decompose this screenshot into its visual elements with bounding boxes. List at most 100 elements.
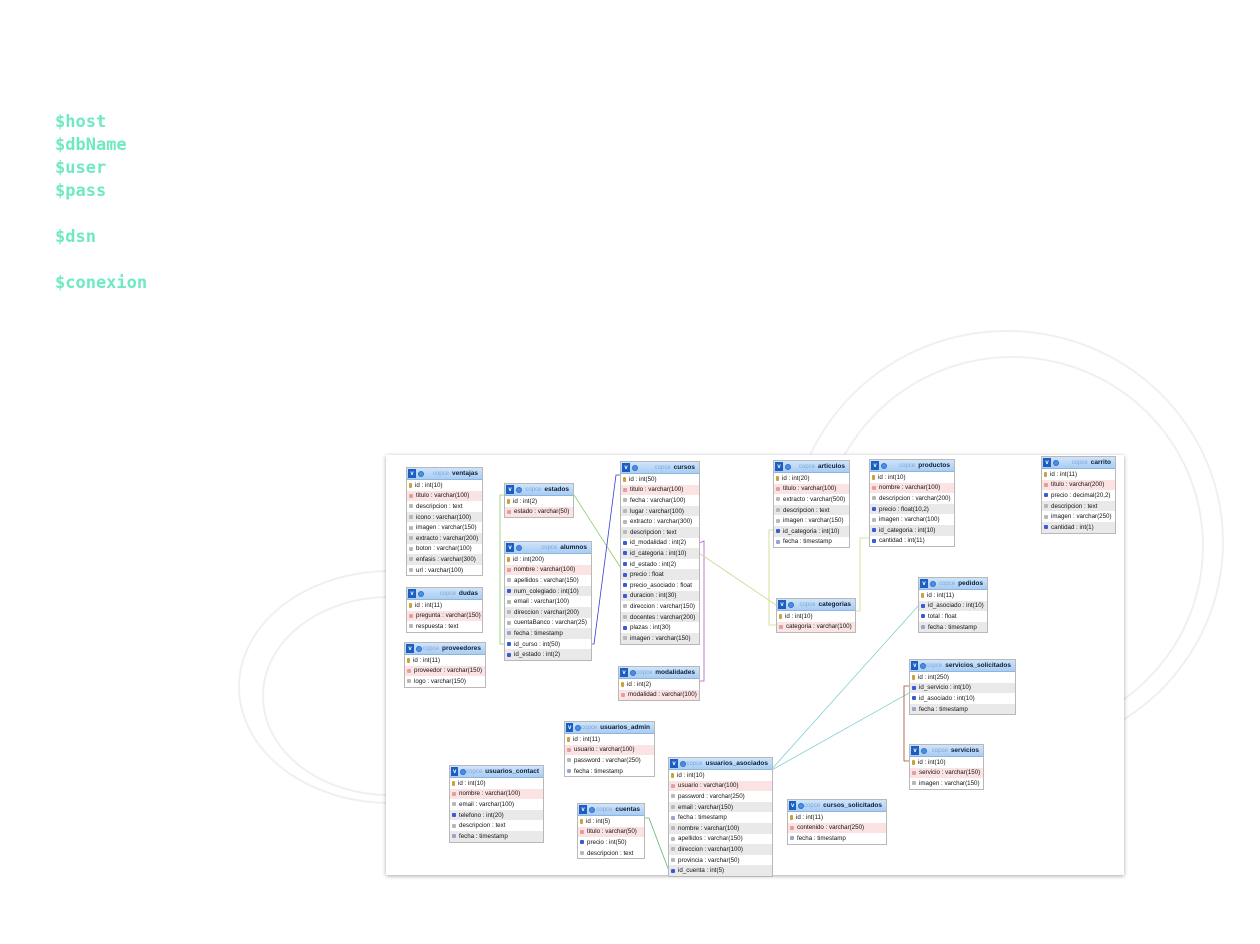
table-field-row[interactable]: icono : varchar(100): [407, 511, 482, 523]
table-pedidos[interactable]: v copce pedidos id : int(11) id_asociado : i…: [918, 577, 988, 634]
table-field-row[interactable]: logo : varchar(150): [405, 676, 485, 687]
collapse-toggle-icon[interactable]: v: [406, 644, 414, 653]
table-modalidades[interactable]: v copce modalidades id : int(2) modalidad : …: [618, 666, 700, 702]
table-field-row[interactable]: fecha : timestamp: [505, 628, 591, 639]
table-field-row[interactable]: id : int(50): [621, 474, 699, 485]
table-field-row[interactable]: precio : decimal(20,2): [1042, 490, 1115, 501]
table-field-row[interactable]: id_categoria : int(10): [774, 525, 849, 537]
table-field-row[interactable]: id_curso : int(50): [505, 638, 591, 650]
table-field-row[interactable]: docentes : varchar(200): [621, 611, 699, 623]
table-field-row[interactable]: imagen : varchar(100): [870, 514, 954, 525]
collapse-toggle-icon[interactable]: v: [871, 461, 879, 470]
table-field-row[interactable]: plazas : int(30): [621, 622, 699, 633]
table-field-row[interactable]: email : varchar(150): [669, 801, 772, 813]
table-header[interactable]: v copce estados: [505, 484, 573, 496]
table-usuarios-contact[interactable]: v copce usuarios_contact id : int(10) nombre…: [449, 765, 544, 843]
table-options-icon[interactable]: [416, 645, 422, 652]
table-options-icon[interactable]: [881, 462, 887, 469]
table-field-row[interactable]: fecha : timestamp: [919, 621, 987, 633]
table-field-row[interactable]: direccion : varchar(150): [621, 601, 699, 612]
table-productos[interactable]: v copce productos id : int(10) nombre : varc…: [869, 459, 955, 548]
collapse-toggle-icon[interactable]: v: [911, 661, 919, 670]
table-field-row[interactable]: fecha : timestamp: [450, 830, 543, 842]
table-field-row[interactable]: descripcion : varchar(200): [870, 493, 954, 504]
table-options-icon[interactable]: [516, 486, 522, 493]
table-carrito[interactable]: v copce carrito id : int(11) titulo : varcha…: [1041, 456, 1116, 534]
table-header[interactable]: v copce usuarios_asociados: [669, 758, 772, 770]
table-field-row[interactable]: password : varchar(250): [565, 755, 654, 766]
table-ventajas[interactable]: v copce ventajas id : int(10) titulo : varch…: [406, 467, 483, 577]
table-field-row[interactable]: id : int(11): [565, 734, 654, 745]
table-field-row[interactable]: imagen : varchar(250): [1042, 511, 1115, 522]
table-header[interactable]: v copce pedidos: [919, 578, 987, 590]
table-field-row[interactable]: fecha : timestamp: [669, 812, 772, 823]
table-field-row[interactable]: nombre : varchar(100): [505, 564, 591, 576]
collapse-toggle-icon[interactable]: v: [789, 801, 797, 810]
table-field-row[interactable]: apellidos : varchar(150): [669, 833, 772, 845]
table-field-row[interactable]: titulo : varchar(100): [407, 490, 482, 502]
table-options-icon[interactable]: [1053, 459, 1059, 466]
table-header[interactable]: v copce alumnos: [505, 542, 591, 554]
table-field-row[interactable]: id : int(10): [870, 472, 954, 483]
table-options-icon[interactable]: [921, 747, 927, 754]
table-field-row[interactable]: id_asociado : int(10): [910, 693, 1015, 704]
table-field-row[interactable]: extracto : varchar(200): [407, 532, 482, 544]
table-field-row[interactable]: imagen : varchar(150): [407, 522, 482, 533]
table-field-row[interactable]: id : int(2): [505, 496, 573, 507]
table-field-row[interactable]: proveedor : varchar(150): [405, 665, 485, 677]
table-field-row[interactable]: imagen : varchar(150): [621, 632, 699, 644]
table-field-row[interactable]: descripcion : text: [450, 820, 543, 831]
table-field-row[interactable]: fecha : timestamp: [774, 536, 849, 548]
table-alumnos[interactable]: v copce alumnos id : int(200) nombre : varch…: [504, 541, 592, 661]
table-field-row[interactable]: lugar : varchar(100): [621, 505, 699, 517]
table-field-row[interactable]: id : int(11): [407, 600, 482, 611]
collapse-toggle-icon[interactable]: v: [566, 723, 574, 732]
table-field-row[interactable]: id : int(11): [405, 655, 485, 666]
table-header[interactable]: v copce modalidades: [619, 667, 699, 679]
table-field-row[interactable]: id : int(10): [669, 770, 772, 781]
table-field-row[interactable]: boton : varchar(100): [407, 543, 482, 555]
table-field-row[interactable]: telefono : int(20): [450, 809, 543, 821]
table-field-row[interactable]: precio : float: [621, 569, 699, 580]
table-field-row[interactable]: cuentaBanco : varchar(25): [505, 617, 591, 629]
table-header[interactable]: v copce servicios: [910, 745, 983, 757]
collapse-toggle-icon[interactable]: v: [408, 469, 416, 478]
collapse-toggle-icon[interactable]: v: [408, 589, 416, 598]
table-field-row[interactable]: usuario : varchar(100): [565, 744, 654, 756]
table-options-icon[interactable]: [589, 806, 595, 813]
table-field-row[interactable]: direccion : varchar(200): [505, 606, 591, 618]
table-dudas[interactable]: v copce dudas id : int(11) pregunta : varcha…: [406, 587, 483, 633]
table-field-row[interactable]: extracto : varchar(500): [774, 494, 849, 505]
table-options-icon[interactable]: [680, 760, 686, 767]
collapse-toggle-icon[interactable]: v: [775, 462, 783, 471]
collapse-toggle-icon[interactable]: v: [670, 759, 678, 768]
table-field-row[interactable]: id_cuenta : int(5): [669, 865, 772, 876]
table-field-row[interactable]: descripcion : text: [621, 526, 699, 538]
collapse-toggle-icon[interactable]: v: [620, 668, 628, 677]
table-field-row[interactable]: fecha : varchar(100): [621, 495, 699, 506]
table-field-row[interactable]: titulo : varchar(50): [578, 826, 644, 838]
table-field-row[interactable]: imagen : varchar(150): [910, 778, 983, 789]
table-field-row[interactable]: descripcion : text: [578, 847, 644, 859]
table-field-row[interactable]: fecha : timestamp: [565, 765, 654, 777]
table-header[interactable]: v copce servicios_solicitados: [910, 660, 1015, 672]
table-field-row[interactable]: id : int(10): [777, 611, 855, 622]
table-field-row[interactable]: descripcion : text: [774, 504, 849, 516]
table-field-row[interactable]: contenido : varchar(250): [788, 822, 886, 834]
table-cursos[interactable]: v copce cursos id : int(50) titulo : varchar…: [620, 461, 700, 645]
collapse-toggle-icon[interactable]: v: [579, 805, 587, 814]
table-field-row[interactable]: apellidos : varchar(150): [505, 575, 591, 586]
table-header[interactable]: v copce ventajas: [407, 468, 482, 480]
table-field-row[interactable]: descripcion : text: [407, 501, 482, 512]
table-field-row[interactable]: id : int(250): [910, 672, 1015, 683]
table-usuarios-asociados[interactable]: v copce usuarios_asociados id : int(10) usua…: [668, 757, 773, 877]
table-field-row[interactable]: id : int(11): [919, 590, 987, 601]
table-field-row[interactable]: nombre : varchar(100): [870, 482, 954, 494]
collapse-toggle-icon[interactable]: v: [911, 746, 919, 755]
collapse-toggle-icon[interactable]: v: [920, 579, 928, 588]
table-header[interactable]: v copce cursos_solicitados: [788, 800, 886, 812]
table-options-icon[interactable]: [930, 580, 936, 587]
table-field-row[interactable]: fecha : timestamp: [788, 833, 886, 844]
table-options-icon[interactable]: [630, 669, 636, 676]
table-field-row[interactable]: cantidad : int(1): [1042, 521, 1115, 533]
